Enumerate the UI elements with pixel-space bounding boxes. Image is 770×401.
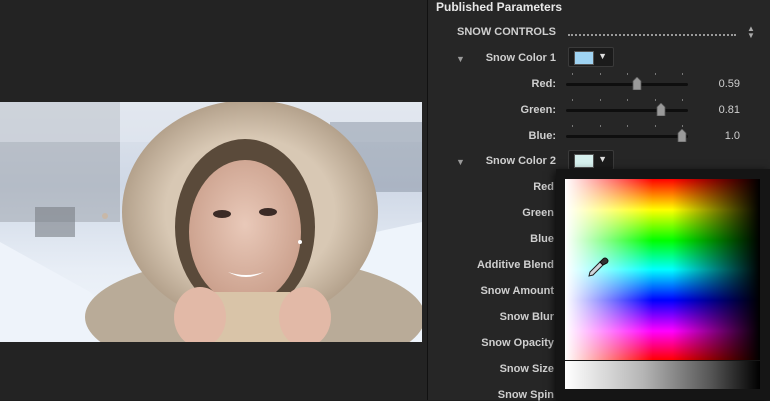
red-slider[interactable] <box>566 73 688 91</box>
blue-slider[interactable] <box>566 125 688 143</box>
green-slider[interactable] <box>566 99 688 117</box>
snow-opacity-label: Snow Opacity <box>481 337 554 349</box>
slider-track <box>566 135 688 138</box>
slider-tick <box>599 73 601 75</box>
slider-thumb[interactable] <box>656 103 666 116</box>
slider-tick <box>627 73 628 75</box>
slider-tick <box>654 73 656 75</box>
color-swatch <box>574 154 594 168</box>
slider-tick <box>627 99 628 101</box>
triangle-down-icon[interactable]: ▼ <box>456 54 465 64</box>
green-label-2: Green <box>522 207 554 219</box>
grayscale-strip[interactable] <box>565 361 760 389</box>
slider-tick <box>654 99 656 101</box>
slider-track <box>566 109 688 112</box>
slider-tick <box>627 125 628 127</box>
additive-blend-label: Additive Blend <box>476 259 554 271</box>
red-label-2: Red <box>533 181 554 193</box>
slider-tick <box>572 99 573 101</box>
slider-tick <box>654 125 656 127</box>
snow-amount-label: Snow Amount <box>480 285 554 297</box>
blue-value[interactable]: 1.0 <box>700 130 740 142</box>
slider-tick <box>572 125 573 127</box>
slider-track <box>566 83 688 86</box>
snow-controls-label: SNOW CONTROLS <box>457 26 556 38</box>
chevron-down-icon: ▼ <box>598 51 607 61</box>
up-down-arrows-icon[interactable]: ▲ ▼ <box>747 25 755 40</box>
eyedropper-icon[interactable] <box>586 255 610 279</box>
red-label: Red: <box>531 78 556 90</box>
snow-color-2-swatch-button[interactable]: ▼ <box>568 150 614 170</box>
preview-image[interactable] <box>0 102 422 342</box>
chevron-down-icon: ▼ <box>598 154 607 164</box>
group-divider-line <box>568 34 736 36</box>
triangle-down-icon[interactable]: ▼ <box>456 157 465 167</box>
slider-tick <box>682 125 683 127</box>
slider-thumb[interactable] <box>632 77 642 90</box>
snow-color-1-swatch-button[interactable]: ▼ <box>568 47 614 67</box>
slider-tick <box>572 73 573 75</box>
blue-label: Blue: <box>528 130 557 142</box>
slider-ticks <box>566 73 688 76</box>
preview-photo-art <box>0 102 422 342</box>
green-value[interactable]: 0.81 <box>700 104 740 116</box>
snow-size-label: Snow Size <box>499 363 554 375</box>
red-value[interactable]: 0.59 <box>700 78 740 90</box>
green-label: Green: <box>520 104 556 116</box>
published-parameters-title: Published Parameters <box>436 0 563 14</box>
slider-thumb[interactable] <box>677 129 687 142</box>
slider-ticks <box>566 125 688 128</box>
slider-tick <box>599 99 601 101</box>
snow-color-1-label: Snow Color 1 <box>485 52 556 64</box>
slider-tick <box>599 125 601 127</box>
snow-blur-label: Snow Blur <box>499 311 554 323</box>
slider-tick <box>682 99 683 101</box>
color-picker-popover <box>556 169 770 400</box>
snow-spin-label: Snow Spin <box>497 389 554 401</box>
blue-label-2: Blue <box>530 233 554 245</box>
color-swatch <box>574 51 594 65</box>
snow-color-2-label: Snow Color 2 <box>485 155 556 167</box>
slider-ticks <box>566 99 688 102</box>
slider-tick <box>682 73 683 75</box>
